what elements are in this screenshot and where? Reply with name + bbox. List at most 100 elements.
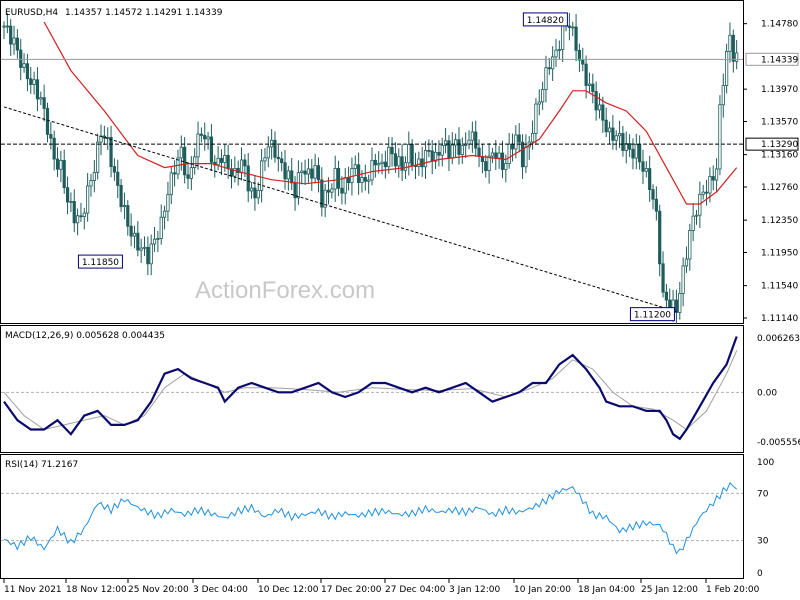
candle-body bbox=[457, 139, 461, 155]
candle-body bbox=[343, 177, 347, 194]
candle-body bbox=[82, 212, 86, 218]
candle-body bbox=[611, 127, 615, 141]
time-tick-label: 10 Dec 12:00 bbox=[258, 585, 319, 595]
candle-body bbox=[731, 34, 735, 62]
candle-body bbox=[306, 168, 311, 175]
candle-body bbox=[15, 37, 19, 51]
candle-body bbox=[507, 143, 511, 164]
candle-body bbox=[500, 152, 505, 170]
candle-body bbox=[520, 141, 525, 168]
candle-body bbox=[169, 172, 173, 196]
candle-body bbox=[423, 149, 428, 168]
candle-body bbox=[407, 144, 411, 164]
candle-body bbox=[303, 170, 307, 175]
price-tick-label: 1.11140 bbox=[761, 314, 798, 324]
candle-body bbox=[638, 144, 642, 163]
candle-body bbox=[283, 162, 287, 180]
candle-body bbox=[9, 25, 13, 45]
candle-body bbox=[146, 246, 150, 265]
candle-body bbox=[728, 34, 732, 52]
candle-body bbox=[718, 104, 722, 170]
candle-body bbox=[604, 119, 608, 133]
candle-body bbox=[547, 67, 551, 70]
candle-body bbox=[460, 145, 464, 155]
candle-body bbox=[173, 172, 177, 175]
candle-body bbox=[571, 26, 575, 29]
candle-body bbox=[484, 161, 488, 172]
candle-body bbox=[149, 243, 153, 265]
candle-body bbox=[567, 25, 571, 28]
annotation-label: 1.11200 bbox=[634, 311, 671, 321]
price-tick-label: 1.13970 bbox=[761, 85, 798, 95]
candle-body bbox=[357, 164, 361, 183]
candle-body bbox=[233, 168, 237, 177]
candle-body bbox=[246, 165, 250, 192]
candle-body bbox=[326, 189, 331, 193]
time-tick-label: 3 Dec 04:00 bbox=[193, 585, 248, 595]
candle-body bbox=[19, 49, 23, 68]
time-tick-label: 11 Nov 2021 bbox=[4, 585, 62, 595]
candle-body bbox=[126, 205, 130, 227]
annotation-label: 1.11850 bbox=[82, 258, 119, 268]
candle-body bbox=[186, 174, 190, 179]
price-tick-label: 1.12350 bbox=[761, 216, 798, 226]
candle-body bbox=[296, 172, 301, 199]
candle-body bbox=[711, 176, 715, 181]
candle-body bbox=[300, 170, 304, 174]
candle-body bbox=[601, 104, 605, 121]
candle-body bbox=[209, 136, 214, 163]
candle-body bbox=[333, 168, 337, 190]
candle-body bbox=[249, 187, 254, 192]
candle-body bbox=[648, 168, 652, 191]
candle-body bbox=[551, 56, 555, 70]
candle-body bbox=[581, 59, 585, 65]
eurusd-chart: ActionForex.com 1.14820 1.11850 1.11200 1.… bbox=[0, 0, 800, 595]
candle-body bbox=[721, 85, 725, 106]
candle-body bbox=[55, 158, 60, 170]
candle-body bbox=[109, 136, 113, 167]
candle-body bbox=[25, 63, 30, 80]
candle-body bbox=[330, 188, 334, 193]
candle-body bbox=[206, 136, 210, 140]
level-price-label: 1.13290 bbox=[761, 140, 798, 150]
candle-body bbox=[427, 149, 431, 152]
candle-body bbox=[59, 160, 63, 170]
candle-body bbox=[52, 137, 56, 160]
candle-body bbox=[346, 177, 351, 184]
symbol-label: EURUSD,H4 bbox=[5, 8, 58, 18]
candle-body bbox=[681, 265, 685, 294]
candle-body bbox=[162, 210, 167, 218]
candle-body bbox=[5, 25, 9, 28]
candle-body bbox=[49, 134, 53, 139]
candle-body bbox=[467, 139, 471, 145]
price-tick-label: 1.14780 bbox=[761, 20, 798, 30]
ohlc-values: 1.14357 1.14572 1.14291 1.14339 bbox=[65, 8, 223, 18]
candle-body bbox=[684, 258, 689, 267]
candle-body bbox=[517, 134, 521, 143]
candle-body bbox=[541, 89, 545, 103]
candle-body bbox=[89, 180, 93, 187]
candle-body bbox=[534, 103, 538, 134]
candle-body bbox=[691, 215, 695, 231]
time-tick-label: 25 Nov 20:00 bbox=[128, 585, 189, 595]
candle-body bbox=[624, 143, 628, 151]
candle-body bbox=[514, 134, 518, 150]
candle-body bbox=[614, 135, 618, 141]
candle-body bbox=[704, 191, 709, 194]
candle-body bbox=[270, 139, 274, 148]
price-tick-label: 1.12760 bbox=[761, 183, 798, 193]
candle-body bbox=[373, 159, 377, 166]
candle-body bbox=[474, 131, 478, 149]
candle-body bbox=[72, 201, 76, 224]
candle-body bbox=[216, 157, 220, 166]
candle-body bbox=[587, 83, 592, 86]
candle-body bbox=[410, 144, 414, 167]
time-tick-label: 17 Dec 20:00 bbox=[321, 585, 382, 595]
candle-body bbox=[340, 187, 344, 194]
candle-body bbox=[360, 177, 364, 183]
candle-body bbox=[12, 37, 16, 45]
candle-body bbox=[370, 159, 374, 181]
candle-body bbox=[561, 24, 565, 50]
candle-body bbox=[658, 210, 662, 265]
candle-body bbox=[353, 164, 357, 169]
